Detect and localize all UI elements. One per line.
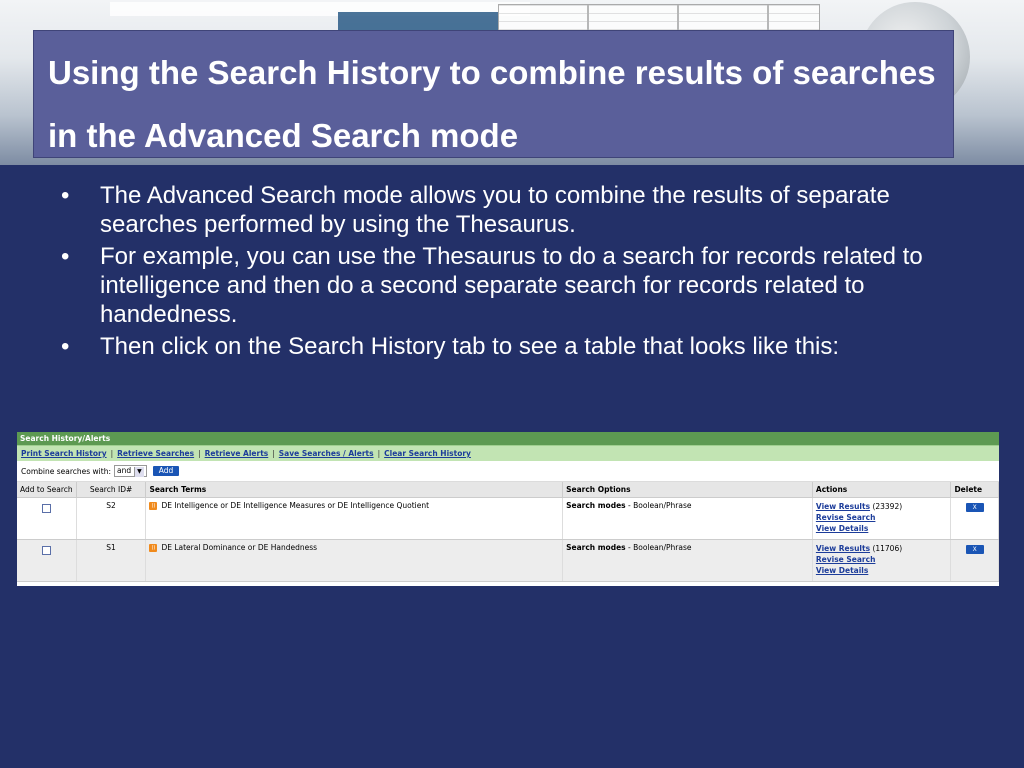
view-details-link[interactable]: View Details bbox=[816, 565, 948, 576]
actions-cell: View Results (11706) Revise Search View … bbox=[812, 539, 952, 582]
column-header: Add to Search bbox=[17, 482, 77, 498]
search-options-value: - Boolean/Phrase bbox=[625, 543, 692, 552]
search-options-value: - Boolean/Phrase bbox=[625, 501, 692, 510]
bullet-list: The Advanced Search mode allows you to c… bbox=[55, 181, 965, 364]
add-button[interactable]: Add bbox=[152, 466, 180, 476]
clear-search-history-link[interactable]: Clear Search History bbox=[384, 449, 471, 458]
column-header: Delete bbox=[950, 482, 999, 498]
save-searches-alerts-link[interactable]: Save Searches / Alerts bbox=[279, 449, 374, 458]
search-history-links: Print Search History | Retrieve Searches | R… bbox=[17, 445, 999, 461]
delete-button[interactable]: X bbox=[965, 545, 984, 554]
table-row: S2 )) DE Intelligence or DE Intelligence … bbox=[17, 497, 999, 540]
column-header: Search ID# bbox=[76, 482, 147, 498]
separator: | bbox=[198, 449, 201, 458]
rss-icon[interactable]: )) bbox=[149, 544, 158, 552]
result-count: (23392) bbox=[872, 502, 903, 511]
search-options-label: Search modes bbox=[566, 543, 626, 552]
view-results-line: View Results (23392) bbox=[816, 501, 948, 512]
add-to-search-cell bbox=[17, 539, 77, 582]
result-count: (11706) bbox=[872, 544, 903, 553]
separator: | bbox=[110, 449, 114, 458]
delete-cell: X bbox=[950, 497, 999, 540]
search-options-cell: Search modes - Boolean/Phrase bbox=[562, 539, 813, 582]
combine-operator-select[interactable]: and ▼ bbox=[114, 465, 147, 477]
search-history-table: Add to Search Search ID# Search Terms Se… bbox=[17, 482, 999, 582]
view-results-link[interactable]: View Results bbox=[816, 502, 870, 511]
retrieve-alerts-link[interactable]: Retrieve Alerts bbox=[205, 449, 269, 458]
search-terms-cell: )) DE Intelligence or DE Intelligence Mea… bbox=[145, 497, 564, 540]
rss-icon[interactable]: )) bbox=[149, 502, 158, 510]
bullet-item: The Advanced Search mode allows you to c… bbox=[55, 181, 965, 239]
search-history-panel: Search History/Alerts Print Search Histo… bbox=[17, 432, 999, 586]
column-header: Search Options bbox=[562, 482, 813, 498]
slide-title-box: Using the Search History to combine resu… bbox=[33, 30, 954, 158]
slide-title: Using the Search History to combine resu… bbox=[48, 54, 936, 154]
chevron-down-icon: ▼ bbox=[134, 467, 144, 477]
retrieve-searches-link[interactable]: Retrieve Searches bbox=[117, 449, 194, 458]
add-to-search-cell bbox=[17, 497, 77, 540]
column-header: Search Terms bbox=[145, 482, 564, 498]
search-terms: DE Intelligence or DE Intelligence Measu… bbox=[161, 501, 430, 510]
search-terms: DE Lateral Dominance or DE Handedness bbox=[161, 543, 318, 552]
revise-search-link[interactable]: Revise Search bbox=[816, 512, 948, 523]
add-to-search-checkbox[interactable] bbox=[41, 504, 51, 513]
search-history-header: Search History/Alerts bbox=[17, 432, 999, 445]
revise-search-link[interactable]: Revise Search bbox=[816, 554, 948, 565]
search-options-label: Search modes bbox=[566, 501, 626, 510]
view-results-link[interactable]: View Results bbox=[816, 544, 870, 553]
table-header-row: Add to Search Search ID# Search Terms Se… bbox=[17, 482, 999, 498]
separator: | bbox=[272, 449, 275, 458]
table-row: S1 )) DE Lateral Dominance or DE Handedne… bbox=[17, 539, 999, 582]
view-results-line: View Results (11706) bbox=[816, 543, 948, 554]
combine-searches-row: Combine searches with: and ▼ Add bbox=[17, 461, 999, 482]
bullet-item: For example, you can use the Thesaurus t… bbox=[55, 242, 965, 329]
bullet-item: Then click on the Search History tab to … bbox=[55, 332, 965, 361]
search-terms-cell: )) DE Lateral Dominance or DE Handedness bbox=[145, 539, 564, 582]
banner-form-image bbox=[498, 4, 820, 32]
add-to-search-checkbox[interactable] bbox=[41, 546, 51, 555]
column-header: Actions bbox=[812, 482, 952, 498]
banner-bluebar bbox=[338, 12, 498, 32]
separator: | bbox=[377, 449, 381, 458]
combine-label: Combine searches with: bbox=[21, 466, 111, 476]
delete-cell: X bbox=[950, 539, 999, 582]
search-id: S1 bbox=[76, 539, 147, 582]
delete-button[interactable]: X bbox=[965, 503, 984, 512]
print-search-history-link[interactable]: Print Search History bbox=[21, 449, 107, 458]
actions-cell: View Results (23392) Revise Search View … bbox=[812, 497, 952, 540]
search-id: S2 bbox=[76, 497, 147, 540]
search-options-cell: Search modes - Boolean/Phrase bbox=[562, 497, 813, 540]
view-details-link[interactable]: View Details bbox=[816, 523, 948, 534]
combine-operator-value: and bbox=[117, 466, 132, 475]
